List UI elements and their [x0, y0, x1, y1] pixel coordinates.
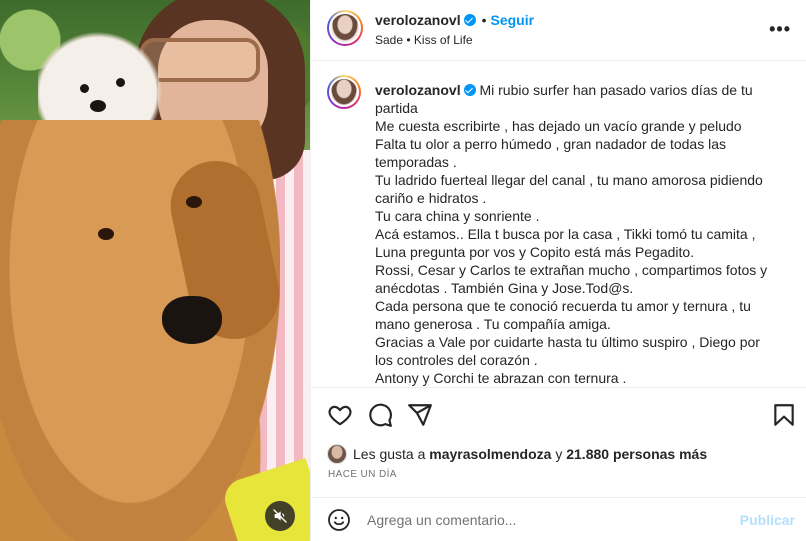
- mute-button[interactable]: [265, 501, 295, 531]
- follow-button[interactable]: Seguir: [491, 12, 535, 28]
- emoji-icon[interactable]: [327, 508, 351, 532]
- bookmark-icon[interactable]: [771, 402, 797, 428]
- post-header: verolozanovl • Seguir Sade • Kiss of Life …: [311, 0, 806, 61]
- verified-badge-icon: [463, 84, 476, 96]
- caption-author-avatar[interactable]: [327, 75, 361, 109]
- verified-badge-icon: [463, 14, 476, 26]
- action-bar: [311, 387, 806, 439]
- post-photo[interactable]: [0, 0, 310, 541]
- comment-composer: Publicar: [311, 497, 806, 541]
- audio-track-link[interactable]: Sade • Kiss of Life: [375, 33, 473, 47]
- liker-avatar: [327, 444, 347, 464]
- liker-username[interactable]: mayrasolmendoza: [429, 446, 551, 462]
- author-username[interactable]: verolozanovl: [375, 12, 461, 28]
- likes-summary[interactable]: Les gusta a mayrasolmendoza y 21.880 per…: [327, 443, 707, 465]
- share-icon[interactable]: [407, 402, 433, 428]
- caption-line: Tu cara china y sonriente .: [375, 208, 540, 224]
- caption-username[interactable]: verolozanovl: [375, 82, 461, 98]
- likes-count[interactable]: 21.880 personas más: [566, 446, 707, 462]
- heart-icon[interactable]: [327, 402, 353, 428]
- caption-line: Tu ladrido fuerteal llegar del canal , t…: [375, 172, 763, 188]
- caption-line: los controles del corazón .: [375, 352, 538, 368]
- caption-line: Antony y Corchi te abrazan con ternura .: [375, 370, 627, 386]
- white-dog-eye: [80, 84, 89, 93]
- post-caption: verolozanovl Mi rubio surfer han pasado …: [375, 81, 785, 387]
- post-comment-button[interactable]: Publicar: [740, 512, 795, 528]
- author-avatar[interactable]: [327, 10, 363, 46]
- caption-line: anécdotas . También Gina y Jose.Tod@s.: [375, 280, 634, 296]
- comment-input[interactable]: [367, 508, 727, 532]
- caption-line: Rossi, Cesar y Carlos te extrañan mucho …: [375, 262, 768, 278]
- caption-scroll-area[interactable]: verolozanovl Mi rubio surfer han pasado …: [311, 61, 806, 387]
- white-dog-eye: [116, 78, 125, 87]
- post-details-panel: verolozanovl • Seguir Sade • Kiss of Life …: [310, 0, 806, 541]
- mute-icon: [273, 509, 287, 523]
- post-timestamp[interactable]: HACE UN DÍA: [328, 469, 397, 480]
- caption-line: cariño e hidratos .: [375, 190, 487, 206]
- caption-line: temporadas .: [375, 154, 457, 170]
- caption-line: Cada persona que te conoció recuerda tu …: [375, 298, 751, 314]
- golden-retriever-eye: [186, 196, 202, 208]
- caption-line: Gracias a Vale por cuidarte hasta tu últ…: [375, 334, 760, 350]
- caption-line: Acá estamos.. Ella t busca por la casa ,…: [375, 226, 756, 242]
- caption-line: Luna pregunta por vos y Copito está más …: [375, 244, 695, 260]
- comment-icon[interactable]: [367, 402, 393, 428]
- header-separator: •: [481, 12, 487, 28]
- header-user-line: verolozanovl • Seguir: [375, 12, 534, 28]
- more-options-icon[interactable]: •••: [769, 19, 791, 40]
- white-dog-nose: [90, 100, 106, 112]
- caption-line: verolozanovl Mi rubio surfer han pasado …: [375, 82, 753, 98]
- golden-retriever-eye: [98, 228, 114, 240]
- caption-line: mano generosa . Tu compañía amiga.: [375, 316, 611, 332]
- caption-line: Falta tu olor a perro húmedo , gran nada…: [375, 136, 726, 152]
- caption-line: partida: [375, 100, 418, 116]
- golden-retriever-nose: [162, 296, 222, 344]
- caption-line: Me cuesta escribirte , has dejado un vac…: [375, 118, 742, 134]
